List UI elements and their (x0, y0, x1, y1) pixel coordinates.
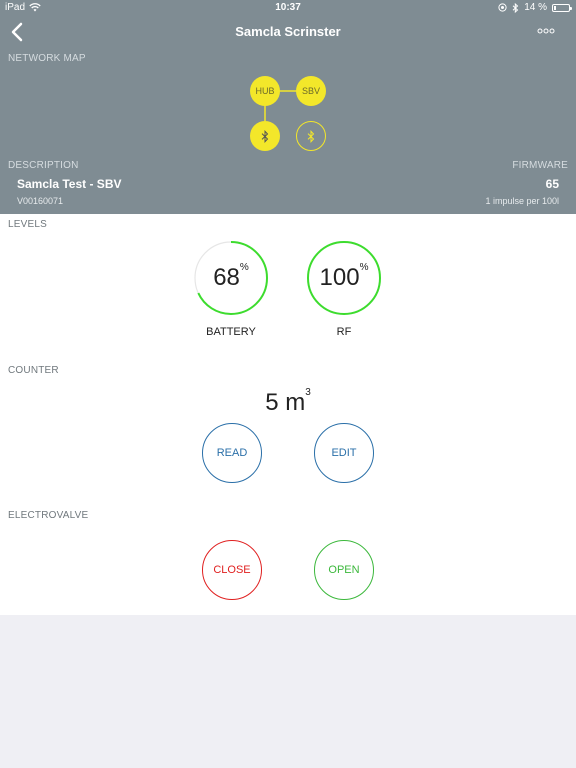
bluetooth-node-connected[interactable] (250, 121, 280, 151)
firmware-label: FIRMWARE (512, 160, 568, 171)
device-description: Samcla Test - SBV (17, 177, 122, 191)
rf-gauge: 100% (306, 240, 382, 316)
counter-unit-exponent: 3 (305, 387, 311, 398)
impulse-rate: 1 impulse per 100l (485, 196, 559, 206)
bluetooth-icon (261, 129, 269, 143)
read-button[interactable]: READ (202, 423, 262, 483)
sbv-node[interactable]: SBV (296, 76, 326, 106)
close-valve-button[interactable]: CLOSE (202, 540, 262, 600)
edit-button[interactable]: EDIT (314, 423, 374, 483)
electrovalve-label: ELECTROVALVE (8, 510, 89, 521)
rf-unit: % (359, 262, 369, 273)
battery-value: 68 (213, 264, 240, 291)
battery-unit: % (239, 262, 249, 273)
firmware-version: 65 (545, 177, 559, 191)
bluetooth-node-available[interactable] (296, 121, 326, 151)
empty-area (0, 615, 576, 768)
description-label: DESCRIPTION (8, 160, 79, 171)
hub-node[interactable]: HUB (250, 76, 280, 106)
rf-gauge-label: RF (336, 326, 352, 338)
device-serial: V00160071 (17, 196, 64, 206)
open-valve-button[interactable]: OPEN (314, 540, 374, 600)
battery-gauge-label: BATTERY (206, 326, 256, 338)
details-panel: LEVELS 68% BATTERY 100% RF COUNTER 5 m3 … (0, 214, 576, 615)
levels-label: LEVELS (8, 219, 48, 230)
counter-label: COUNTER (8, 365, 59, 376)
header-panel: iPad 10:37 14 % Samcla Scrinster NETWORK… (0, 0, 576, 214)
counter-number: 5 m (265, 389, 306, 416)
bluetooth-icon (307, 129, 315, 143)
battery-gauge: 68% (193, 240, 269, 316)
counter-value: 5 m3 (0, 387, 576, 417)
hub-node-label: HUB (255, 86, 275, 96)
rf-value: 100 (319, 264, 360, 291)
sbv-node-label: SBV (301, 86, 320, 96)
